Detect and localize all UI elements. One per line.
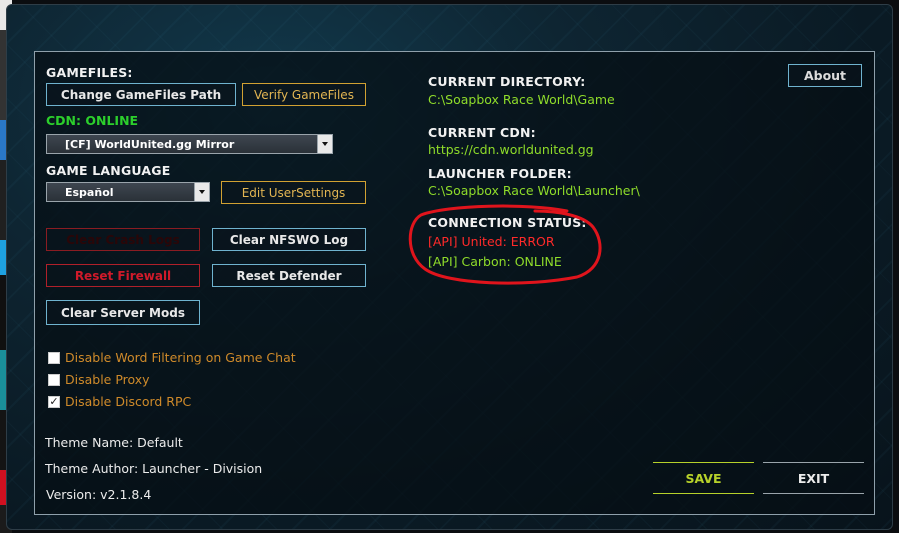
api-united-status: [API] United: ERROR	[428, 234, 555, 249]
settings-window: GAMEFILES: Change GameFiles Path Verify …	[6, 4, 893, 530]
checkmark-icon: ✓	[48, 395, 60, 408]
current-cdn-heading: CURRENT CDN:	[428, 125, 536, 140]
checkbox-label: Disable Proxy	[65, 372, 150, 387]
verify-gamefiles-button[interactable]: Verify GameFiles	[242, 83, 366, 106]
language-dropdown-value: Español	[65, 185, 114, 199]
cdn-status: CDN: ONLINE	[46, 113, 139, 128]
cdn-dropdown[interactable]: [CF] WorldUnited.gg Mirror	[46, 134, 333, 154]
checkbox-label: Disable Discord RPC	[65, 394, 192, 409]
reset-firewall-button[interactable]: Reset Firewall	[46, 264, 200, 287]
edit-usersettings-button[interactable]: Edit UserSettings	[221, 181, 366, 204]
current-directory-heading: CURRENT DIRECTORY:	[428, 74, 586, 89]
save-button[interactable]: SAVE	[653, 462, 754, 494]
game-language-heading: GAME LANGUAGE	[46, 163, 171, 178]
theme-name: Theme Name: Default	[45, 435, 183, 450]
gamefiles-heading: GAMEFILES:	[46, 65, 133, 80]
disable-word-filtering-checkbox[interactable]: Disable Word Filtering on Game Chat	[48, 350, 296, 365]
current-cdn-value: https://cdn.worldunited.gg	[428, 142, 594, 157]
settings-panel: GAMEFILES: Change GameFiles Path Verify …	[34, 51, 875, 515]
exit-button[interactable]: EXIT	[763, 462, 864, 494]
language-dropdown[interactable]: Español	[46, 182, 210, 202]
launcher-folder-heading: LAUNCHER FOLDER:	[428, 166, 572, 181]
api-carbon-status: [API] Carbon: ONLINE	[428, 254, 562, 269]
checkbox-box	[48, 351, 60, 364]
clear-crash-logs-button[interactable]: Clear Crash Logs	[46, 228, 200, 251]
checkbox-box	[48, 373, 60, 386]
chevron-down-icon	[317, 135, 332, 153]
chevron-down-icon	[194, 183, 209, 201]
disable-discord-rpc-checkbox[interactable]: ✓ Disable Discord RPC	[48, 394, 191, 409]
connection-status-heading: CONNECTION STATUS:	[428, 215, 587, 230]
theme-author: Theme Author: Launcher - Division	[45, 461, 263, 476]
about-button[interactable]: About	[788, 64, 862, 87]
version-label: Version: v2.1.8.4	[46, 487, 152, 502]
clear-server-mods-button[interactable]: Clear Server Mods	[46, 300, 200, 325]
disable-proxy-checkbox[interactable]: Disable Proxy	[48, 372, 150, 387]
current-directory-value: C:\Soapbox Race World\Game	[428, 92, 615, 107]
checkbox-label: Disable Word Filtering on Game Chat	[65, 350, 296, 365]
cdn-dropdown-value: [CF] WorldUnited.gg Mirror	[65, 137, 235, 151]
change-gamefiles-path-button[interactable]: Change GameFiles Path	[46, 83, 236, 106]
clear-nfswo-log-button[interactable]: Clear NFSWO Log	[212, 228, 366, 251]
reset-defender-button[interactable]: Reset Defender	[212, 264, 366, 287]
launcher-folder-value: C:\Soapbox Race World\Launcher\	[428, 183, 640, 198]
